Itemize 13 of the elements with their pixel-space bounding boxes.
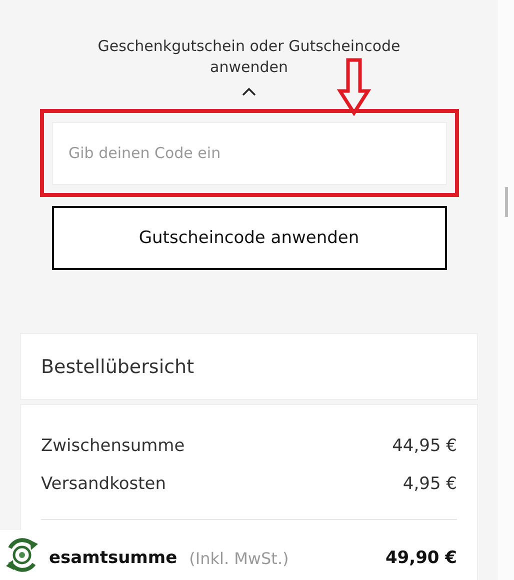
summary-value: 4,95 € [402,474,457,494]
tax-note: (Inkl. MwSt.) [189,548,289,568]
total-value: 49,90 € [385,548,457,568]
scrollbar-thumb[interactable] [504,187,508,217]
caret-icon[interactable] [241,87,257,97]
coupon-toggle-label[interactable]: Geschenkgutschein oder Gutscheincode anwenden [69,36,429,78]
summary-label: Versandkosten [41,474,166,494]
apply-coupon-button[interactable]: Gutscheincode anwenden [52,206,446,270]
summary-title: Bestellübersicht [41,356,194,378]
summary-value: 44,95 € [392,436,457,456]
code-input-field[interactable]: Gib deinen Code ein [52,122,446,184]
summary-label: Zwischensumme [41,436,185,456]
total-label: esamtsumme [49,548,178,568]
